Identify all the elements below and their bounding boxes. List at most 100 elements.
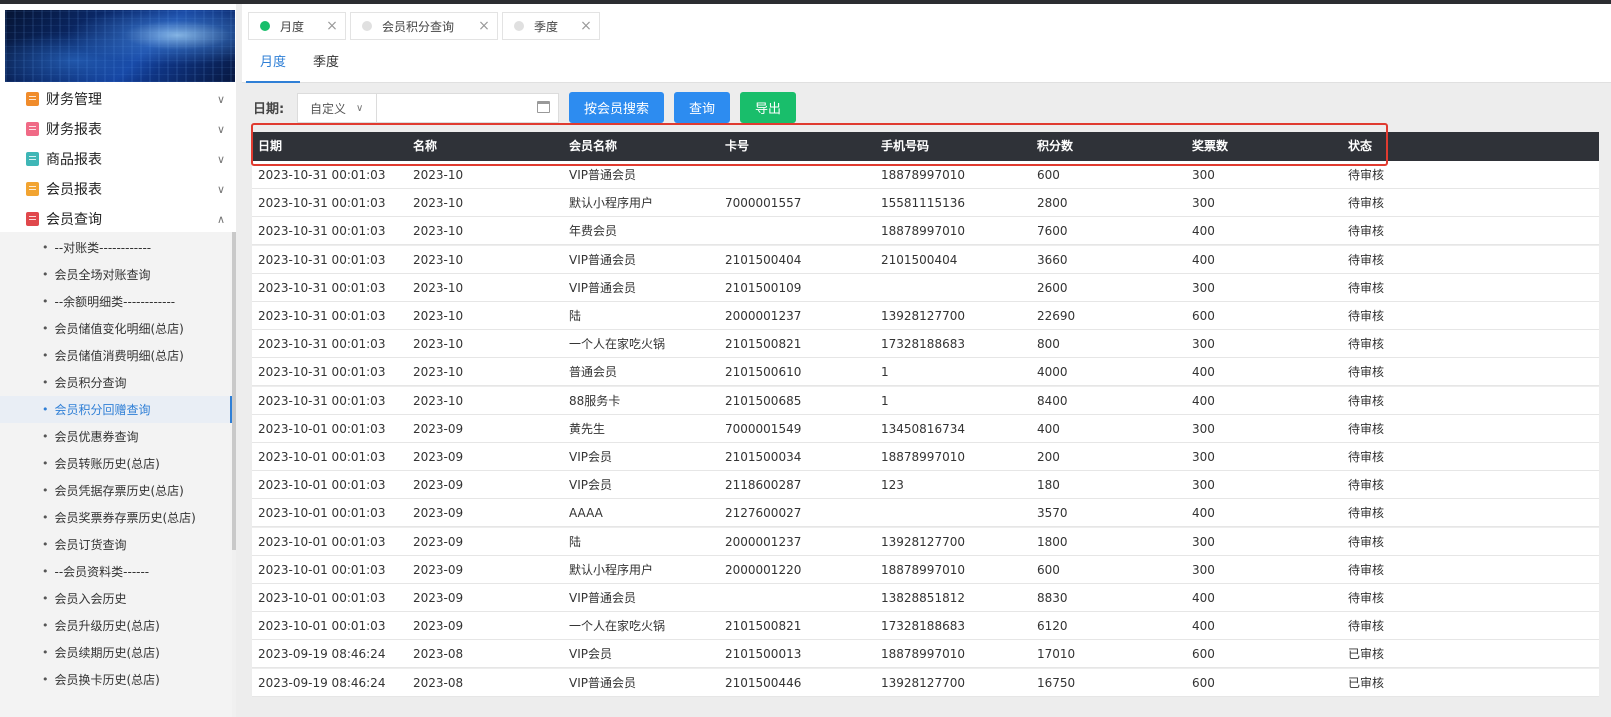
sidebar-item-finance-management[interactable]: 财务管理 ∨ bbox=[0, 84, 236, 114]
table-cell-name: 2023-10 bbox=[413, 224, 464, 239]
table-cell-card-no: 7000001557 bbox=[725, 196, 802, 211]
table-row[interactable]: 2023-10-31 00:01:03 2023-10 陆 2000001237 139… bbox=[252, 302, 1599, 330]
submenu-item[interactable]: • 会员储值消费明细(总店) bbox=[0, 342, 232, 369]
submenu-item-label: 会员凭据存票历史(总店) bbox=[54, 484, 184, 498]
query-button[interactable]: 查询 bbox=[674, 92, 730, 123]
submenu-item[interactable]: • 会员凭据存票历史(总店) bbox=[0, 477, 232, 504]
sidebar-scrollbar-thumb[interactable] bbox=[232, 232, 236, 550]
submenu-item[interactable]: • --对账类------------ bbox=[0, 234, 232, 261]
tab-quarterly[interactable]: 季度 bbox=[304, 46, 348, 83]
submenu-item-label: 会员奖票券存票历史(总店) bbox=[54, 511, 196, 525]
table-cell-name: 2023-10 bbox=[413, 168, 464, 182]
submenu-item-label: 会员积分回赠查询 bbox=[54, 403, 151, 417]
table-cell-date: 2023-10-01 00:01:03 bbox=[258, 450, 386, 464]
table-cell-member-name: VIP普通会员 bbox=[569, 591, 636, 605]
submenu-item[interactable]: • 会员全场对账查询 bbox=[0, 261, 232, 288]
date-input[interactable] bbox=[376, 93, 559, 123]
submenu-item-label: 会员升级历史(总店) bbox=[54, 619, 160, 633]
page-tab-member-points-query[interactable]: 会员积分查询 × bbox=[350, 12, 498, 40]
submenu-item[interactable]: • 会员奖票券存票历史(总店) bbox=[0, 504, 232, 531]
table-row[interactable]: 2023-10-01 00:01:03 2023-09 VIP普通会员 1382885… bbox=[252, 584, 1599, 612]
submenu-item[interactable]: • 会员换卡历史(总店) bbox=[0, 666, 232, 693]
table-cell-tickets: 400 bbox=[1192, 393, 1215, 408]
table-row[interactable]: 2023-10-01 00:01:03 2023-09 黄先生 7000001549 1… bbox=[252, 414, 1599, 443]
table-cell-date: 2023-10-31 00:01:03 bbox=[258, 337, 386, 352]
table-cell-tickets: 400 bbox=[1192, 224, 1215, 239]
table-row[interactable]: 2023-10-01 00:01:03 2023-09 AAAA 2127600027… bbox=[252, 499, 1599, 528]
sidebar-item-member-report[interactable]: 会员报表 ∨ bbox=[0, 174, 236, 204]
table-row[interactable]: 2023-10-31 00:01:03 2023-10 VIP普通会员 2101500… bbox=[252, 273, 1599, 302]
table-row[interactable]: 2023-10-01 00:01:03 2023-09 一个人在家吃火锅 210150… bbox=[252, 612, 1599, 641]
table-cell-status: 待审核 bbox=[1348, 506, 1385, 521]
submenu-item[interactable]: • 会员储值变化明细(总店) bbox=[0, 315, 232, 342]
table-cell-status: 已审核 bbox=[1348, 647, 1385, 662]
table-cell-name: 2023-09 bbox=[413, 534, 464, 549]
submenu-item[interactable]: • --余额明细类------------ bbox=[0, 288, 232, 315]
table-cell-points: 3660 bbox=[1037, 252, 1068, 267]
table-row[interactable]: 2023-10-01 00:01:03 2023-09 VIP会员 210150003… bbox=[252, 443, 1599, 471]
table-row[interactable]: 2023-10-01 00:01:03 2023-09 VIP会员 211860028… bbox=[252, 471, 1599, 500]
close-icon[interactable]: × bbox=[573, 18, 599, 34]
table-cell-status: 待审核 bbox=[1348, 309, 1385, 323]
table-cell-points: 17010 bbox=[1037, 647, 1076, 662]
sidebar-item-label: 财务报表 bbox=[46, 122, 102, 138]
table-cell-member-name: 默认小程序用户 bbox=[569, 196, 654, 211]
sidebar-item-label: 会员查询 bbox=[46, 212, 102, 228]
sidebar-item-finance-report[interactable]: 财务报表 ∨ bbox=[0, 114, 236, 144]
table-row[interactable]: 2023-09-19 08:46:24 2023-08 VIP会员 210150001… bbox=[252, 640, 1599, 669]
table-cell-phone: 13450816734 bbox=[881, 421, 965, 436]
table-row[interactable]: 2023-10-01 00:01:03 2023-09 默认小程序用户 2000001… bbox=[252, 555, 1599, 584]
submenu-item[interactable]: • 会员续期历史(总店) bbox=[0, 639, 232, 666]
table-row[interactable]: 2023-09-19 08:46:24 2023-08 VIP普通会员 2101500… bbox=[252, 668, 1599, 697]
table-cell-name: 2023-09 bbox=[413, 591, 464, 605]
calendar-icon[interactable] bbox=[537, 101, 550, 113]
search-by-member-button[interactable]: 按会员搜索 bbox=[569, 92, 664, 123]
column-header-status: 状态 bbox=[1348, 139, 1373, 153]
table-row[interactable]: 2023-10-31 00:01:03 2023-10 普通会员 2101500610… bbox=[252, 358, 1599, 387]
table-cell-date: 2023-10-01 00:01:03 bbox=[258, 562, 386, 577]
sidebar-item-product-report[interactable]: 商品报表 ∨ bbox=[0, 144, 236, 174]
table-row[interactable]: 2023-10-31 00:01:03 2023-10 一个人在家吃火锅 210150… bbox=[252, 330, 1599, 359]
table-cell-member-name: VIP会员 bbox=[569, 450, 612, 464]
submenu-item-label: 会员转账历史(总店) bbox=[54, 457, 160, 471]
table-cell-points: 600 bbox=[1037, 562, 1060, 577]
export-button[interactable]: 导出 bbox=[740, 92, 796, 123]
submenu-item[interactable]: • 会员转账历史(总店) bbox=[0, 450, 232, 477]
date-range-select[interactable]: 自定义 ∨ bbox=[297, 93, 377, 123]
table-cell-card-no: 2101500034 bbox=[725, 450, 802, 464]
table-cell-name: 2023-09 bbox=[413, 421, 464, 436]
table-cell-points: 1800 bbox=[1037, 534, 1068, 549]
table-cell-date: 2023-10-01 00:01:03 bbox=[258, 421, 386, 436]
table-cell-status: 待审核 bbox=[1348, 591, 1385, 605]
submenu-item-active[interactable]: • 会员积分回赠查询 bbox=[0, 396, 232, 423]
submenu-item[interactable]: • 会员升级历史(总店) bbox=[0, 612, 232, 639]
submenu-item[interactable]: • 会员订货查询 bbox=[0, 531, 232, 558]
table-cell-member-name: VIP普通会员 bbox=[569, 252, 636, 267]
tab-monthly[interactable]: 月度 bbox=[246, 46, 300, 83]
table-cell-status: 待审核 bbox=[1348, 393, 1385, 408]
table-row[interactable]: 2023-10-31 00:01:03 2023-10 年费会员 1887899701… bbox=[252, 217, 1599, 246]
submenu-item-label: 会员订货查询 bbox=[54, 538, 127, 552]
table-cell-card-no: 2000001237 bbox=[725, 309, 802, 323]
submenu-item[interactable]: • 会员入会历史 bbox=[0, 585, 232, 612]
table-cell-tickets: 400 bbox=[1192, 591, 1215, 605]
table-row[interactable]: 2023-10-31 00:01:03 2023-10 88服务卡 210150068… bbox=[252, 386, 1599, 415]
table-row[interactable]: 2023-10-31 00:01:03 2023-10 VIP普通会员 2101500… bbox=[252, 245, 1599, 274]
table-row[interactable]: 2023-10-01 00:01:03 2023-09 陆 2000001237 139… bbox=[252, 527, 1599, 556]
page-tab-quarterly[interactable]: 季度 × bbox=[502, 12, 600, 40]
page-tab-monthly[interactable]: 月度 × bbox=[248, 12, 346, 40]
table-row[interactable]: 2023-10-31 00:01:03 2023-10 默认小程序用户 7000001… bbox=[252, 189, 1599, 218]
close-icon[interactable]: × bbox=[471, 18, 497, 34]
sidebar-item-member-query[interactable]: 会员查询 ∧ bbox=[0, 204, 236, 234]
close-icon[interactable]: × bbox=[319, 18, 345, 34]
submenu-item[interactable]: • 会员积分查询 bbox=[0, 369, 232, 396]
column-header-date: 日期 bbox=[258, 139, 283, 153]
table-cell-card-no: 2101500446 bbox=[725, 675, 802, 690]
table-cell-phone: 15581115136 bbox=[881, 196, 965, 211]
submenu-item[interactable]: • 会员优惠券查询 bbox=[0, 423, 232, 450]
table-cell-points: 400 bbox=[1037, 421, 1060, 436]
chevron-down-icon: ∨ bbox=[216, 92, 226, 106]
table-row[interactable]: 2023-10-31 00:01:03 2023-10 VIP普通会员 1887899… bbox=[252, 161, 1599, 189]
table-cell-tickets: 600 bbox=[1192, 647, 1215, 662]
submenu-item[interactable]: • --会员资料类------ bbox=[0, 558, 232, 585]
